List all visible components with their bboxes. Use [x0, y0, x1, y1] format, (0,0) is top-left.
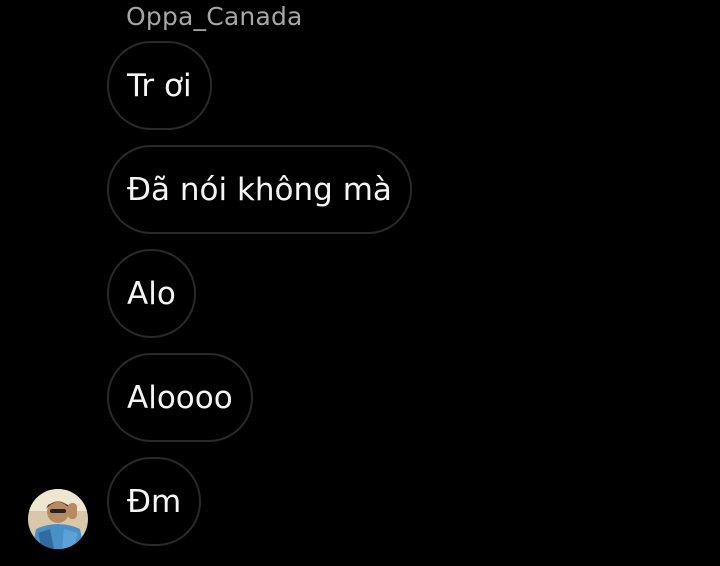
sender-avatar[interactable]: [28, 489, 88, 549]
message-bubble[interactable]: Tr ơi: [107, 41, 212, 130]
message-text: Aloooo: [127, 379, 233, 416]
avatar-photo: [28, 489, 88, 549]
message-bubble[interactable]: Alo: [107, 249, 196, 338]
sender-name: Oppa_Canada: [126, 2, 303, 31]
message-bubble[interactable]: Đã nói không mà: [107, 145, 412, 234]
message-text: Tr ơi: [127, 67, 192, 104]
message-text: Alo: [127, 275, 176, 312]
message-text: Đm: [127, 483, 182, 520]
message-bubble[interactable]: Aloooo: [107, 353, 253, 442]
message-bubble[interactable]: Đm: [107, 457, 202, 546]
message-text: Đã nói không mà: [127, 171, 392, 208]
message-list: Tr ơi Đã nói không mà Alo Aloooo Đm: [107, 41, 412, 546]
